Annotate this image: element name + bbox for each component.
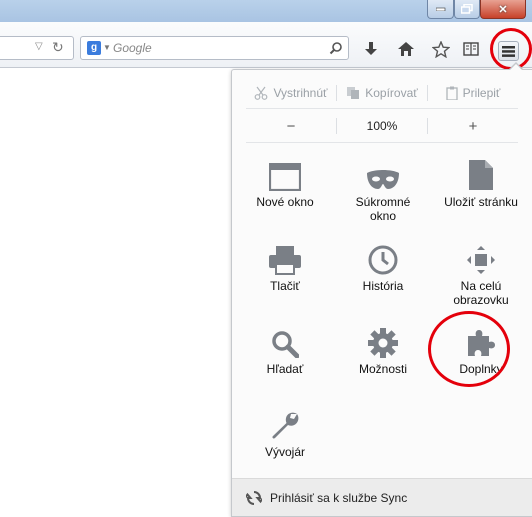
search-placeholder[interactable]: Google — [113, 41, 152, 55]
divider — [246, 108, 518, 109]
reload-icon[interactable]: ↻ — [52, 39, 64, 56]
close-window-button[interactable]: ✕ — [480, 0, 526, 19]
new-window-label: Nové okno — [256, 195, 314, 209]
clipboard-icon — [445, 86, 458, 100]
search-bar[interactable]: g ▼ Google — [80, 36, 349, 60]
copy-label: Kopírovať — [365, 86, 418, 100]
zoom-in-button[interactable]: + — [428, 115, 518, 137]
developer-button[interactable]: Vývojár — [240, 401, 330, 481]
sync-icon — [246, 490, 262, 505]
history-button[interactable]: História — [338, 235, 428, 315]
copy-button[interactable]: Kopírovať — [337, 82, 427, 104]
save-page-button[interactable]: Uložiť stránku — [436, 151, 526, 231]
minimize-button[interactable] — [427, 0, 454, 19]
developer-label: Vývojár — [264, 445, 305, 459]
gear-icon — [368, 328, 398, 358]
fullscreen-label: Na celú obrazovku — [453, 279, 509, 307]
private-window-button[interactable]: Súkromné okno — [338, 151, 428, 231]
google-g-icon[interactable]: g — [87, 41, 101, 55]
navigation-toolbar: ▽ ↻ g ▼ Google — [0, 22, 532, 68]
cut-button[interactable]: Vystrihnúť — [246, 82, 336, 104]
wrench-icon — [272, 412, 299, 439]
printer-icon — [269, 246, 301, 275]
window-titlebar: ✕ — [0, 0, 532, 22]
page-icon — [469, 160, 493, 190]
print-button[interactable]: Tlačiť — [240, 235, 330, 315]
search-magnifier-icon[interactable] — [329, 41, 343, 58]
cut-label: Vystrihnúť — [273, 86, 328, 100]
minimize-icon — [435, 7, 445, 11]
paste-label: Prilepiť — [462, 86, 501, 100]
options-label: Možnosti — [358, 362, 408, 376]
private-window-label: Súkromné okno — [355, 195, 411, 223]
paste-button[interactable]: Prilepiť — [428, 82, 518, 104]
engine-dropdown-icon[interactable]: ▼ — [103, 43, 111, 52]
fullscreen-arrows-icon — [467, 246, 495, 274]
history-label: História — [362, 279, 404, 293]
main-menu-panel: Vystrihnúť Kopírovať Prilepiť − 100% + N… — [231, 69, 532, 517]
sync-label: Prihlásiť sa k službe Sync — [270, 490, 408, 505]
addons-highlight-ring — [428, 311, 510, 387]
bookmark-star-icon[interactable] — [429, 38, 453, 60]
window-icon — [269, 163, 301, 191]
download-arrow-icon[interactable] — [359, 38, 383, 60]
magnifier-icon — [272, 331, 299, 358]
edit-controls: Vystrihnúť Kopírovať Prilepiť — [246, 82, 518, 104]
home-icon[interactable] — [394, 38, 418, 60]
url-bar[interactable]: ▽ ↻ — [0, 36, 74, 60]
scissors-icon — [255, 86, 268, 100]
panel-arrow-fill — [509, 64, 523, 71]
find-label: Hľadať — [266, 362, 304, 376]
zoom-controls: − 100% + — [246, 115, 518, 137]
url-dropdown-icon[interactable]: ▽ — [35, 41, 43, 52]
divider — [246, 142, 518, 143]
restore-button[interactable] — [454, 0, 480, 19]
mask-icon — [367, 170, 399, 189]
reading-list-icon[interactable] — [459, 38, 483, 60]
zoom-reset-button[interactable]: 100% — [337, 115, 427, 137]
print-label: Tlačiť — [270, 279, 300, 293]
fullscreen-button[interactable]: Na celú obrazovku — [436, 235, 526, 315]
find-button[interactable]: Hľadať — [240, 318, 330, 398]
zoom-out-button[interactable]: − — [246, 115, 336, 137]
restore-icon — [461, 4, 473, 14]
new-window-button[interactable]: Nové okno — [240, 151, 330, 231]
copy-icon — [347, 87, 360, 99]
clock-icon — [368, 245, 398, 275]
sync-footer[interactable]: Prihlásiť sa k službe Sync — [232, 478, 532, 516]
save-page-label: Uložiť stránku — [444, 195, 518, 209]
close-icon: ✕ — [498, 3, 508, 16]
options-button[interactable]: Možnosti — [338, 318, 428, 398]
